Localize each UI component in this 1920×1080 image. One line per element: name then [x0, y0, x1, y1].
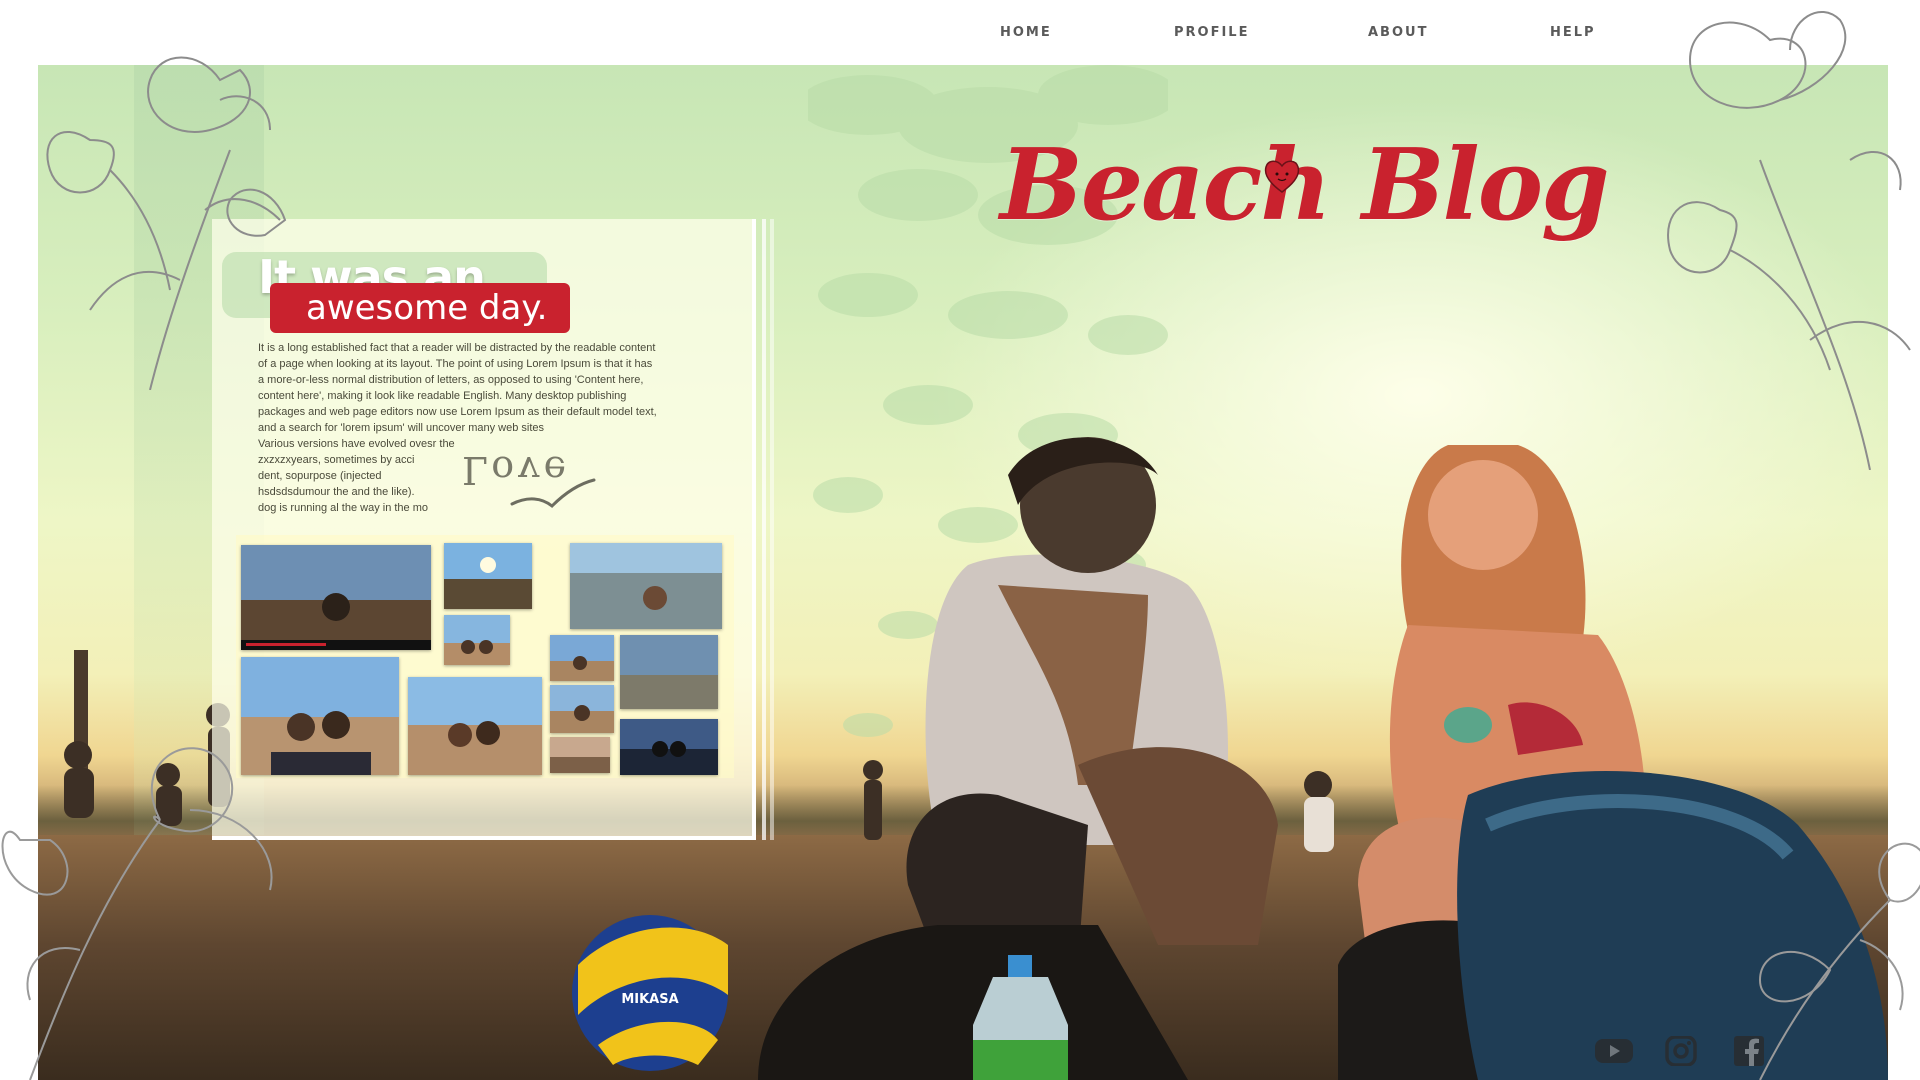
gallery-photo[interactable] — [570, 543, 722, 629]
instagram-icon[interactable] — [1664, 1036, 1700, 1066]
body-line: It is a long established fact that a rea… — [258, 342, 656, 354]
ball-brand: MIKASA — [621, 992, 678, 1007]
body-line: content here', making it look like reada… — [258, 390, 627, 402]
body-line: of a page when looking at its layout. Th… — [258, 358, 653, 370]
gallery-photo[interactable] — [408, 677, 542, 775]
gallery-photo[interactable] — [550, 737, 610, 773]
heart-icon — [1264, 160, 1300, 193]
body-line: packages and web page editors now use Lo… — [258, 406, 657, 418]
body-line: and a search for 'lorem ipsum' will unco… — [258, 422, 545, 434]
bird-icon — [510, 478, 596, 509]
card-rail — [762, 219, 766, 840]
gallery-photo[interactable] — [444, 543, 532, 609]
gallery-photo[interactable] — [620, 635, 718, 709]
gallery-photo[interactable] — [241, 657, 399, 775]
nav-about[interactable]: ABOUT — [1368, 25, 1428, 40]
headline-line2: awesome day. — [270, 283, 570, 333]
top-nav: HOME PROFILE ABOUT HELP — [0, 0, 1920, 65]
gallery-photo[interactable] — [550, 685, 614, 733]
nav-help[interactable]: HELP — [1550, 25, 1596, 40]
gallery-photo[interactable] — [620, 719, 718, 775]
gallery-photo[interactable] — [444, 615, 510, 665]
card-rail — [770, 219, 774, 840]
gallery-photo[interactable] — [241, 545, 431, 650]
blog-title: Beach Blog — [1000, 128, 1610, 243]
photo-gallery — [236, 535, 734, 778]
youtube-icon[interactable] — [1594, 1036, 1634, 1066]
body-line: a more-or-less normal distribution of le… — [258, 374, 644, 386]
nav-profile[interactable]: PROFILE — [1174, 25, 1249, 40]
nav-home[interactable]: HOME — [1000, 25, 1052, 40]
gallery-photo[interactable] — [550, 635, 614, 681]
body-line: dog is running al the way in the mo — [258, 502, 428, 514]
facebook-icon[interactable] — [1734, 1036, 1764, 1066]
card-rail — [752, 219, 756, 840]
